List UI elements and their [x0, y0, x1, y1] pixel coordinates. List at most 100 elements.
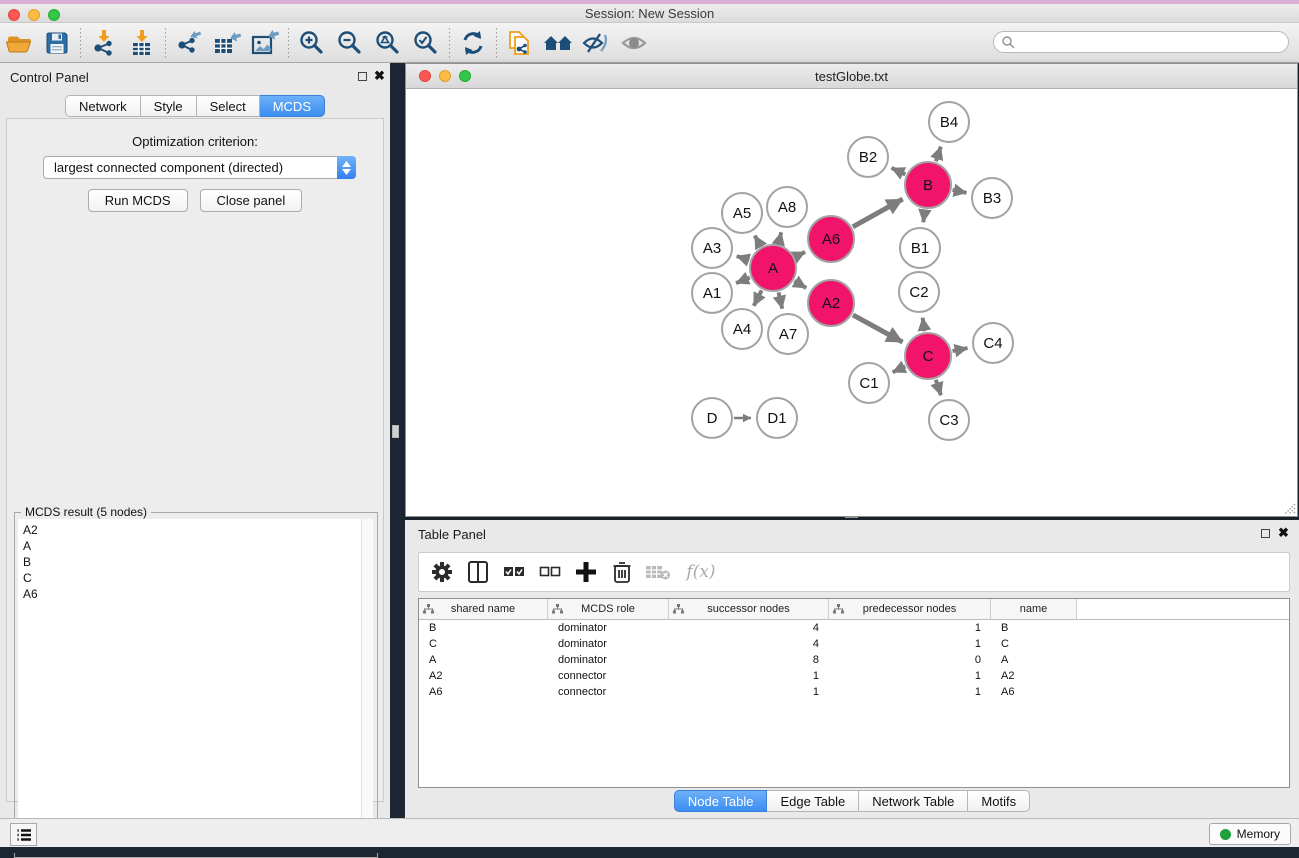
table-row[interactable]: A6connector11A6 [419, 684, 1289, 700]
network-window-titlebar[interactable]: testGlobe.txt [406, 64, 1297, 89]
graph-node-D1[interactable]: D1 [757, 398, 797, 438]
close-panel-button[interactable]: Close panel [200, 189, 303, 212]
table-row[interactable]: A2connector11A2 [419, 668, 1289, 684]
apply-layout-button[interactable] [454, 26, 492, 60]
graph-node-C4[interactable]: C4 [973, 323, 1013, 363]
graph-node-B4[interactable]: B4 [929, 102, 969, 142]
graph-edge-C-C4[interactable] [953, 348, 968, 351]
graph-edge-A-A4[interactable] [754, 290, 762, 306]
column-header-predecessor-nodes[interactable]: predecessor nodes [829, 599, 991, 619]
graph-edge-A-A3[interactable] [737, 256, 750, 260]
delete-column-button[interactable] [607, 557, 637, 587]
graph-edge-C-C2[interactable] [923, 318, 925, 331]
graph-edge-A-A6[interactable] [795, 252, 805, 257]
float-panel-icon[interactable] [358, 72, 367, 81]
tab-network-table[interactable]: Network Table [859, 790, 968, 812]
show-hide-button[interactable] [615, 26, 653, 60]
graph-node-A6[interactable]: A6 [808, 216, 854, 262]
graph-edge-B-B1[interactable] [923, 210, 925, 222]
table-row[interactable]: Cdominator41C [419, 636, 1289, 652]
column-header-name[interactable]: name [991, 599, 1077, 619]
search-field[interactable] [993, 31, 1289, 53]
graph-node-A3[interactable]: A3 [692, 228, 732, 268]
open-session-button[interactable] [0, 26, 38, 60]
window-titlebar[interactable]: Session: New Session [0, 4, 1299, 23]
graph-node-A4[interactable]: A4 [722, 309, 762, 349]
tab-motifs[interactable]: Motifs [968, 790, 1030, 812]
select-all-button[interactable] [499, 557, 529, 587]
graph-node-A8[interactable]: A8 [767, 187, 807, 227]
export-image-button[interactable] [246, 26, 284, 60]
tab-node-table[interactable]: Node Table [674, 790, 768, 812]
resize-grip-icon[interactable] [1282, 501, 1296, 515]
tab-network[interactable]: Network [65, 95, 141, 117]
column-header-MCDS-role[interactable]: MCDS role [548, 599, 669, 619]
graph-node-B2[interactable]: B2 [848, 137, 888, 177]
import-table-button[interactable] [123, 26, 161, 60]
column-browser-button[interactable] [463, 557, 493, 587]
graph-node-A[interactable]: A [750, 245, 796, 291]
add-column-button[interactable] [571, 557, 601, 587]
search-input[interactable] [1015, 33, 1288, 51]
graph-node-A1[interactable]: A1 [692, 273, 732, 313]
tab-edge-table[interactable]: Edge Table [767, 790, 859, 812]
export-network-button[interactable] [170, 26, 208, 60]
result-list-item[interactable]: A6 [23, 586, 361, 602]
graph-edge-C-C3[interactable] [936, 380, 941, 396]
zoom-fit-button[interactable] [369, 26, 407, 60]
function-builder-button[interactable]: f(x) [679, 557, 723, 587]
new-network-from-selection-button[interactable] [501, 26, 539, 60]
tab-mcds[interactable]: MCDS [260, 95, 325, 117]
zoom-out-button[interactable] [331, 26, 369, 60]
memory-button[interactable]: Memory [1209, 823, 1291, 845]
vertical-splitter-handle[interactable] [392, 425, 399, 438]
save-session-button[interactable] [38, 26, 76, 60]
graph-node-C1[interactable]: C1 [849, 363, 889, 403]
close-panel-icon[interactable]: ✖ [374, 68, 385, 84]
table-row[interactable]: Bdominator41B [419, 620, 1289, 636]
column-header-successor-nodes[interactable]: successor nodes [669, 599, 829, 619]
result-list-item[interactable]: A [23, 538, 361, 554]
result-scrollbar[interactable] [361, 519, 373, 853]
column-header-shared-name[interactable]: shared name [419, 599, 548, 619]
zoom-in-button[interactable] [293, 26, 331, 60]
graph-edge-A2-C[interactable] [853, 315, 903, 342]
result-list-item[interactable]: A2 [23, 522, 361, 538]
graph-edge-A-A7[interactable] [779, 292, 783, 308]
network-canvas[interactable]: AA1A2A3A4A5A6A7A8BB1B2B3B4CC1C2C3C4DD1 [406, 89, 1297, 516]
home-button[interactable] [539, 26, 577, 60]
result-list-item[interactable]: B [23, 554, 361, 570]
table-row[interactable]: Adominator80A [419, 652, 1289, 668]
graph-node-B1[interactable]: B1 [900, 228, 940, 268]
graph-node-C3[interactable]: C3 [929, 400, 969, 440]
table-close-panel-icon[interactable]: ✖ [1278, 525, 1289, 541]
graph-node-A7[interactable]: A7 [768, 314, 808, 354]
graph-node-A5[interactable]: A5 [722, 193, 762, 233]
graph-edge-A-A5[interactable] [755, 236, 761, 247]
zoom-selected-button[interactable] [407, 26, 445, 60]
graph-node-D[interactable]: D [692, 398, 732, 438]
graph-edge-B-B4[interactable] [936, 147, 941, 162]
import-network-button[interactable] [85, 26, 123, 60]
graph-node-C[interactable]: C [905, 333, 951, 379]
show-graphics-details-button[interactable] [577, 26, 615, 60]
table-float-panel-icon[interactable] [1261, 529, 1270, 538]
tab-select[interactable]: Select [197, 95, 260, 117]
table-settings-button[interactable] [427, 557, 457, 587]
graph-edge-A-A2[interactable] [794, 281, 806, 288]
graph-node-B3[interactable]: B3 [972, 178, 1012, 218]
delete-table-button[interactable] [643, 557, 673, 587]
task-history-button[interactable] [10, 823, 37, 846]
node-table[interactable]: shared nameMCDS rolesuccessor nodesprede… [418, 598, 1290, 788]
graph-edge-B-B2[interactable] [892, 168, 906, 174]
graph-node-C2[interactable]: C2 [899, 272, 939, 312]
mcds-result-list[interactable]: A2ABCA6 [18, 519, 361, 853]
run-mcds-button[interactable]: Run MCDS [88, 189, 188, 212]
graph-edge-A-A1[interactable] [736, 277, 750, 283]
result-list-item[interactable]: C [23, 570, 361, 586]
graph-edge-A-A8[interactable] [779, 232, 782, 243]
unselect-all-button[interactable] [535, 557, 565, 587]
export-table-button[interactable] [208, 26, 246, 60]
graph-node-A2[interactable]: A2 [808, 280, 854, 326]
graph-edge-B-B3[interactable] [952, 190, 966, 193]
